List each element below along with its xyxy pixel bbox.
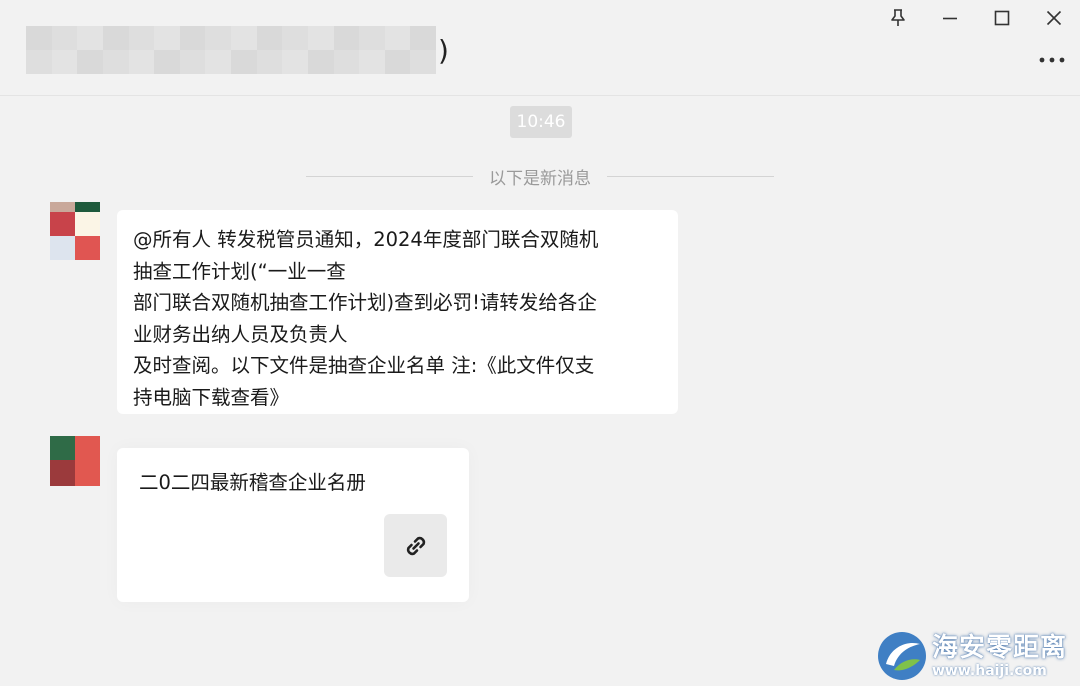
mosaic-tile xyxy=(384,50,411,74)
mosaic-tile xyxy=(205,26,231,50)
message-line: 部门联合双随机抽查工作计划)查到必罚!请转发给各企 xyxy=(133,291,597,314)
new-messages-label: 以下是新消息 xyxy=(489,168,591,189)
mosaic-tile xyxy=(359,50,385,74)
avatar[interactable] xyxy=(50,436,100,486)
divider-line-left xyxy=(306,175,473,177)
mosaic-tile xyxy=(333,50,360,74)
message-line: 业财务出纳人员及负责人 xyxy=(133,322,348,346)
link-card-message[interactable]: 二0二四最新稽查企业名册 xyxy=(117,448,469,602)
watermark-brand: 海安零距离 xyxy=(932,633,1068,663)
message-timestamp: 10:46 xyxy=(510,106,572,138)
title-mosaic-redaction xyxy=(26,26,436,74)
watermark-url: www.haiji.com xyxy=(932,663,1047,679)
mosaic-tile xyxy=(359,26,385,50)
message-line: @所有人 转发税管员通知，2024年度部门联合双随机 xyxy=(133,228,599,251)
avatar[interactable] xyxy=(50,202,100,260)
mosaic-tile xyxy=(77,50,103,74)
mosaic-tile xyxy=(410,50,436,74)
chat-title[interactable]: ) xyxy=(26,26,449,74)
minimize-icon[interactable] xyxy=(924,0,976,36)
mosaic-tile xyxy=(77,26,103,50)
close-icon[interactable] xyxy=(1028,0,1080,36)
mosaic-tile xyxy=(102,26,129,50)
mosaic-tile xyxy=(154,26,180,50)
mosaic-tile xyxy=(128,50,155,74)
more-icon[interactable] xyxy=(1036,50,1068,70)
message-line: 及时查阅。以下文件是抽查企业名单 注:《此文件仅支 xyxy=(133,354,595,377)
mosaic-tile xyxy=(256,50,283,74)
mosaic-tile xyxy=(307,26,334,50)
window-controls xyxy=(872,0,1080,36)
mosaic-tile xyxy=(179,26,206,50)
mosaic-tile xyxy=(26,26,52,50)
message-line: 持电脑下载查看》 xyxy=(133,385,290,409)
mosaic-tile xyxy=(307,50,334,74)
text-message-bubble[interactable]: @所有人 转发税管员通知，2024年度部门联合双随机 抽查工作计划(“一业一查 … xyxy=(117,210,678,414)
mosaic-tile xyxy=(154,50,180,74)
link-card-title: 二0二四最新稽查企业名册 xyxy=(139,471,366,494)
mosaic-tile xyxy=(231,26,257,50)
title-suffix: ) xyxy=(438,33,449,67)
mosaic-tile xyxy=(26,50,52,74)
mosaic-tile xyxy=(282,50,308,74)
link-icon[interactable] xyxy=(384,514,447,577)
watermark-text: 海安零距离 www.haiji.com xyxy=(932,633,1067,679)
new-messages-divider: 以下是新消息 xyxy=(306,164,774,189)
mosaic-tile xyxy=(102,50,129,74)
divider-line-right xyxy=(607,175,774,177)
mosaic-tile xyxy=(205,50,231,74)
mosaic-tile xyxy=(231,50,257,74)
mosaic-tile xyxy=(333,26,360,50)
message-line: 抽查工作计划(“一业一查 xyxy=(133,259,346,283)
watermark-logo-icon xyxy=(878,632,926,680)
mosaic-tile xyxy=(384,26,411,50)
pin-icon[interactable] xyxy=(872,0,924,36)
mosaic-tile xyxy=(410,26,436,50)
chat-header: ) xyxy=(0,0,1080,96)
site-watermark: 海安零距离 www.haiji.com xyxy=(876,628,1076,684)
mosaic-tile xyxy=(51,26,78,50)
mosaic-tile xyxy=(51,50,78,74)
maximize-icon[interactable] xyxy=(976,0,1028,36)
mosaic-tile xyxy=(282,26,308,50)
mosaic-tile xyxy=(256,26,283,50)
mosaic-tile xyxy=(179,50,206,74)
mosaic-tile xyxy=(128,26,155,50)
chat-window: ) 10:46 以下是新消息 @所有人 转发税管员通知，2024年度部门联合双随… xyxy=(0,0,1080,686)
